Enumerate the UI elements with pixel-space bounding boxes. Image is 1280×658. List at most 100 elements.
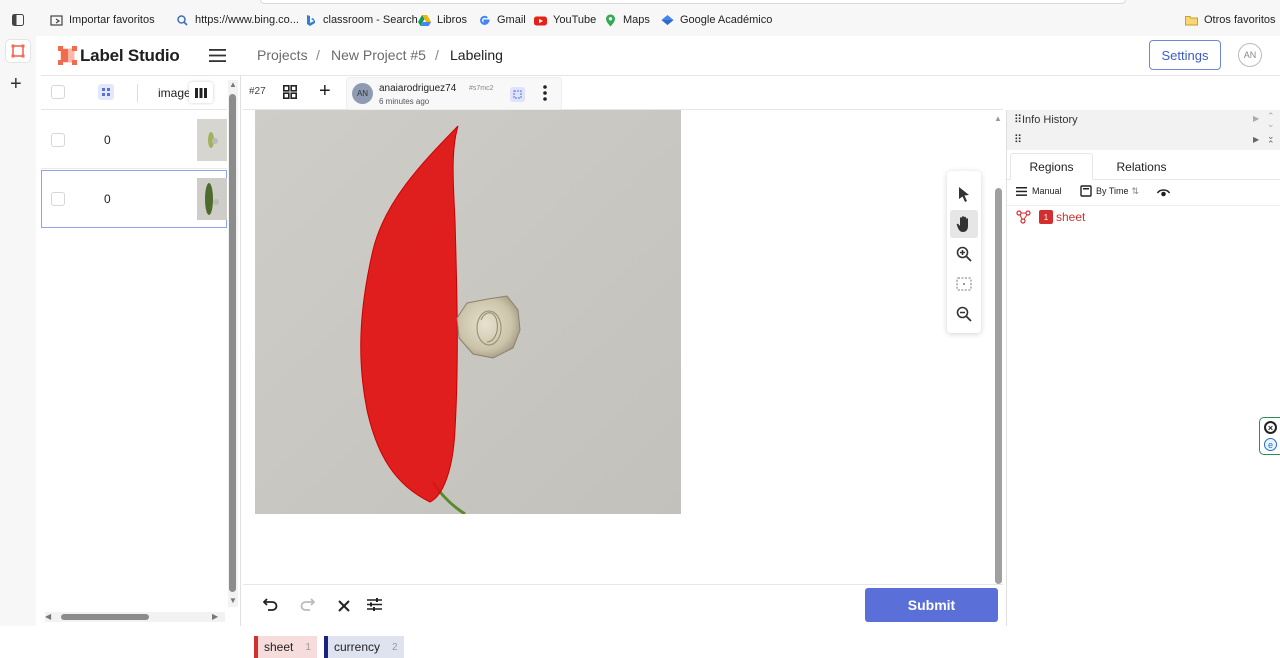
add-annotation-icon[interactable]: +	[319, 81, 331, 101]
labeling-canvas[interactable]: sheet 1 currency 2 ▲	[243, 110, 1003, 658]
settings-button[interactable]: Settings	[1149, 40, 1221, 70]
app-name[interactable]: Label Studio	[80, 46, 180, 66]
user-avatar[interactable]: AN	[1238, 43, 1262, 67]
submit-button[interactable]: Submit	[865, 588, 998, 622]
label-sheet[interactable]: sheet 1	[254, 636, 317, 658]
breadcrumb-separator: /	[316, 47, 320, 63]
annotation-id: #s7mc2	[469, 85, 494, 92]
bookmark-youtube[interactable]: YouTube	[534, 12, 596, 28]
bookmark-libros[interactable]: Libros	[418, 12, 467, 28]
region-item[interactable]: 1 sheet	[1016, 210, 1085, 224]
columns-toggle-icon[interactable]	[189, 82, 213, 103]
scroll-up-icon[interactable]: ▲	[229, 80, 237, 89]
drag-handle-icon[interactable]: ⠿	[1014, 113, 1022, 126]
scrollbar-thumb[interactable]	[229, 94, 236, 592]
task-list-header: image	[41, 76, 227, 110]
undo-icon[interactable]	[262, 597, 278, 616]
bookmark-gmail[interactable]: Gmail	[478, 12, 526, 28]
task-list-hscrollbar[interactable]: ◀ ▶	[45, 612, 225, 622]
folder-icon	[1185, 15, 1198, 25]
row-checkbox[interactable]	[51, 133, 65, 147]
import-icon	[50, 14, 63, 26]
id-column-icon[interactable]	[98, 84, 114, 100]
annotation-card[interactable]: AN anaiarodriguez74 #s7mc2 6 minutes ago	[346, 77, 562, 110]
more-options-icon[interactable]	[543, 85, 547, 106]
label-studio-logo-icon[interactable]	[58, 46, 77, 70]
column-divider	[137, 84, 138, 102]
right-sidebar-panel: ⠿ Info History ▶ ⌃ ⌄ ⠿ ▶ ⌄ ⌃ Regions Relat…	[1006, 110, 1280, 626]
breadcrumb-labeling: Labeling	[450, 47, 503, 63]
annotator-username: anaiarodriguez74	[379, 83, 457, 94]
list-icon	[1016, 186, 1027, 196]
canvas-scrollbar-thumb[interactable]	[995, 188, 1002, 584]
bookmark-maps[interactable]: Maps	[604, 12, 650, 28]
bookmarks-bar: Importar favoritos https://www.bing.co..…	[0, 0, 1280, 36]
zoom-out-icon[interactable]	[950, 300, 978, 328]
task-list-scrollbar[interactable]: ▲ ▼	[228, 80, 238, 607]
pan-tool-icon[interactable]	[950, 210, 978, 238]
breadcrumb-project[interactable]: New Project #5	[331, 47, 426, 63]
label-studio-tab-icon[interactable]	[5, 39, 31, 63]
calendar-icon	[1080, 185, 1092, 197]
bookmark-import-favorites[interactable]: Importar favoritos	[50, 12, 155, 28]
annotation-time: 6 minutes ago	[379, 97, 430, 106]
annotation-topbar: #27 + AN anaiarodriguez74 #s7mc2 6 minut…	[243, 76, 1003, 110]
select-all-checkbox[interactable]	[51, 85, 65, 99]
task-number: #27	[249, 86, 266, 97]
region-polygon-icon	[1016, 210, 1031, 224]
edge-icon[interactable]: e	[1264, 438, 1277, 451]
expand-arrow-icon[interactable]: ▶	[1253, 114, 1259, 123]
task-thumbnail	[197, 119, 227, 161]
hscrollbar-thumb[interactable]	[61, 614, 149, 620]
settings-sliders-icon[interactable]	[367, 597, 382, 617]
collapse-icon[interactable]: ⌄ ⌃	[1267, 132, 1275, 149]
info-history-header: ⠿ Info History ▶ ⌃ ⌄	[1007, 110, 1280, 130]
task-value: 0	[104, 133, 111, 147]
breadcrumb-projects[interactable]: Projects	[257, 47, 308, 63]
grid-view-icon[interactable]	[283, 85, 297, 104]
task-thumbnail	[197, 178, 227, 220]
task-row-selected[interactable]: 0	[41, 170, 227, 228]
label-currency[interactable]: currency 2	[324, 636, 404, 658]
scroll-left-icon[interactable]: ◀	[45, 612, 51, 621]
task-list-panel: image 0 0 ▲ ▼ ◀ ▶	[41, 76, 241, 626]
sidebar-toggle-icon[interactable]	[12, 13, 24, 31]
scroll-right-icon[interactable]: ▶	[212, 612, 218, 621]
close-widget-icon[interactable]: ×	[1264, 421, 1277, 434]
redo-icon[interactable]	[300, 597, 316, 616]
fit-to-screen-icon[interactable]	[950, 270, 978, 298]
edge-floating-widget[interactable]: × e	[1259, 417, 1280, 455]
canvas-scroll-up-icon[interactable]: ▲	[994, 114, 1002, 123]
task-row[interactable]: 0	[41, 111, 227, 169]
annotator-avatar: AN	[352, 83, 373, 104]
image-column-header[interactable]: image	[158, 86, 191, 100]
manual-order-button[interactable]: Manual	[1016, 186, 1062, 196]
menu-hamburger-icon[interactable]	[209, 49, 226, 67]
tab-relations[interactable]: Relations	[1099, 153, 1184, 180]
task-image[interactable]	[255, 110, 681, 514]
address-bar-edge	[260, 0, 1126, 4]
bookmark-google-scholar[interactable]: Google Académico	[661, 12, 772, 28]
scroll-down-icon[interactable]: ▼	[229, 596, 237, 605]
drag-handle-icon[interactable]: ⠿	[1014, 133, 1022, 146]
region-index-badge: 1	[1039, 210, 1053, 224]
zoom-in-icon[interactable]	[950, 240, 978, 268]
bookmark-classroom-search[interactable]: classroom - Search	[304, 12, 418, 28]
select-tool-icon[interactable]	[950, 180, 978, 208]
collapse-icon[interactable]: ⌃ ⌄	[1267, 112, 1275, 129]
info-history-title[interactable]: Info History	[1022, 114, 1078, 126]
tab-regions[interactable]: Regions	[1010, 153, 1093, 180]
scholar-icon	[661, 14, 674, 25]
expand-arrow-icon[interactable]: ▶	[1253, 135, 1259, 144]
bookmark-bing-url[interactable]: https://www.bing.co...	[176, 12, 299, 28]
list-divider	[1007, 205, 1280, 206]
maps-pin-icon	[606, 14, 615, 26]
drive-icon	[418, 14, 431, 26]
sort-by-time-button[interactable]: By Time ⇅	[1080, 185, 1139, 197]
reset-close-icon[interactable]	[338, 599, 350, 617]
add-tab-icon[interactable]: +	[10, 74, 22, 94]
row-checkbox[interactable]	[51, 192, 65, 206]
sort-direction-icon: ⇅	[1131, 185, 1140, 196]
visibility-eye-icon[interactable]	[1156, 185, 1171, 203]
bookmark-other-favorites[interactable]: Otros favoritos	[1185, 12, 1276, 28]
